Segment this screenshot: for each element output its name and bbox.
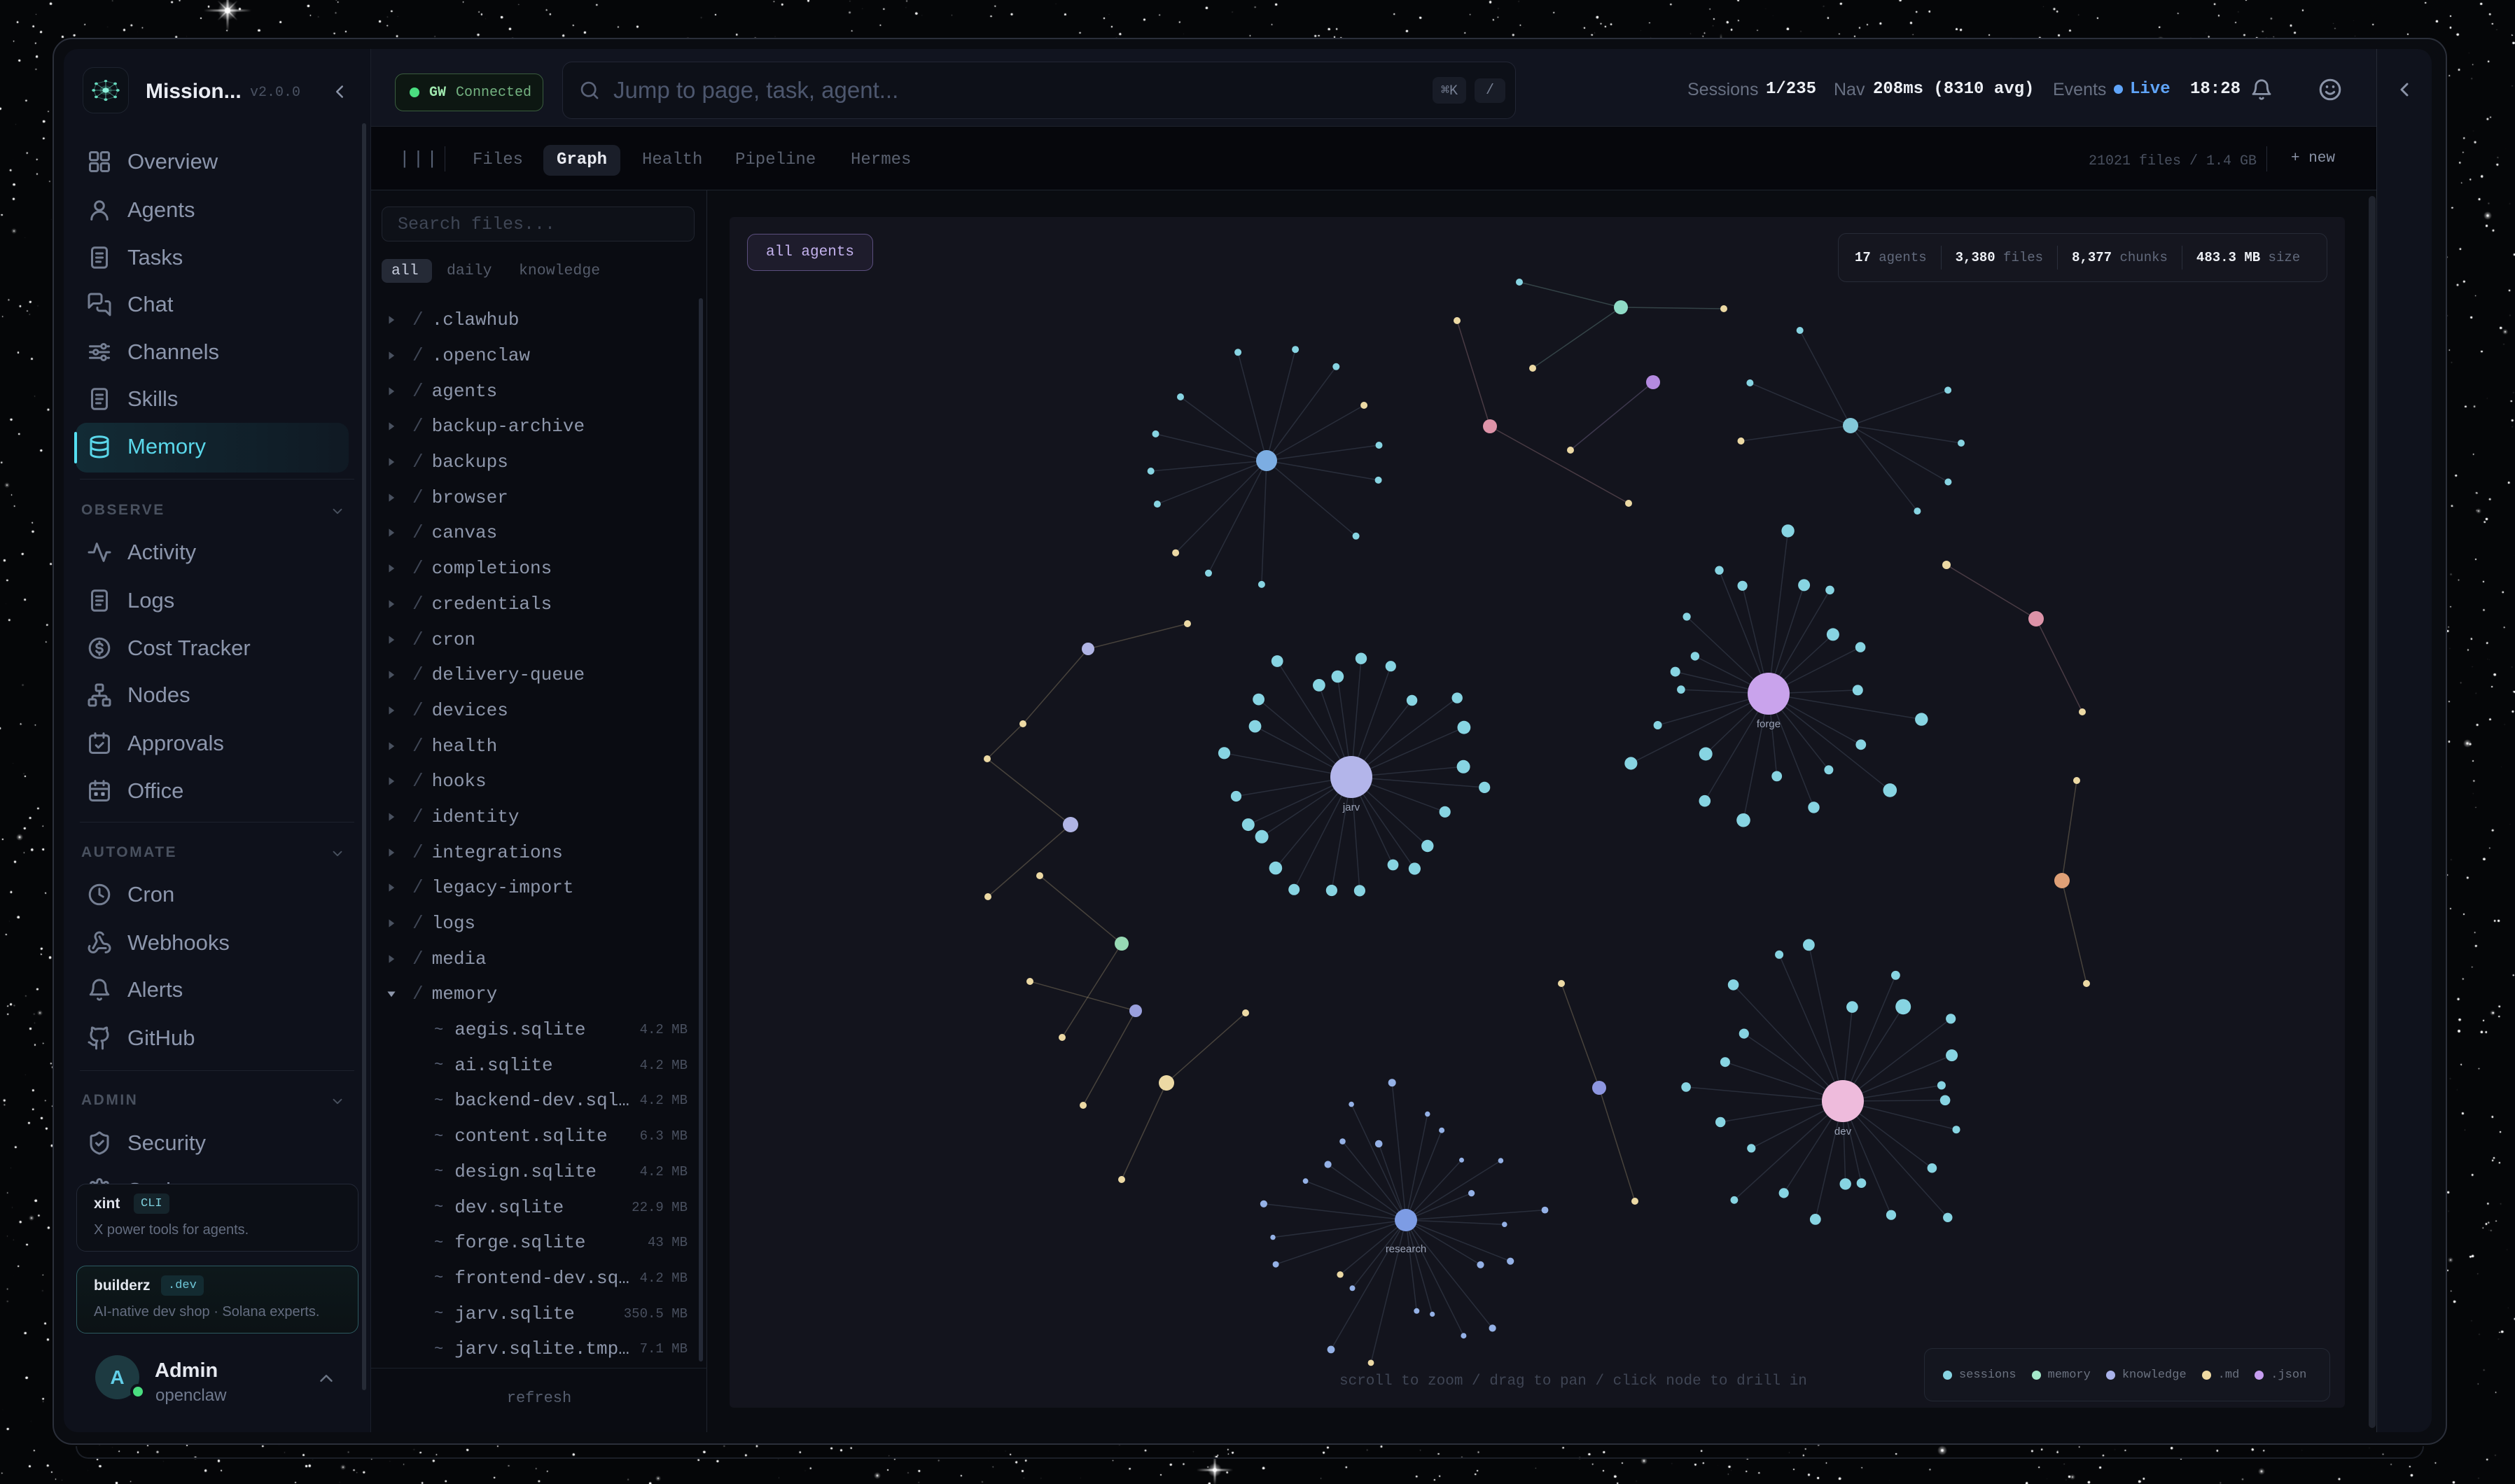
svg-text:jarv: jarv bbox=[1342, 802, 1360, 813]
svg-text:research: research bbox=[1386, 1243, 1426, 1255]
svg-text:forge: forge bbox=[1757, 718, 1781, 730]
svg-text:dev: dev bbox=[1834, 1126, 1852, 1138]
